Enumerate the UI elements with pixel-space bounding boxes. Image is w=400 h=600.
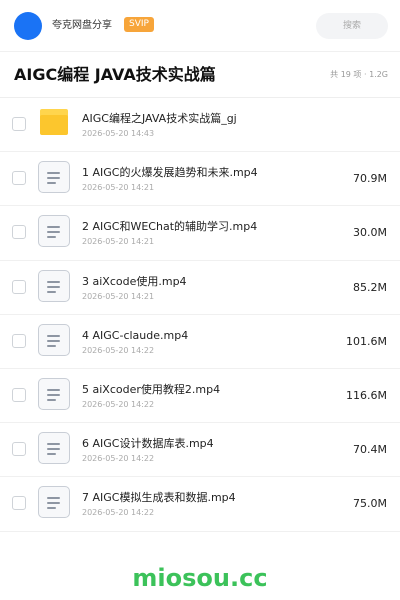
row-checkbox[interactable] bbox=[12, 171, 26, 186]
file-row[interactable]: 2 AIGC和WEChat的辅助学习.mp4 2026-05-20 14:21 … bbox=[0, 206, 400, 261]
file-size: 101.6M bbox=[346, 334, 387, 348]
file-name: 6 AIGC设计数据库表.mp4 bbox=[82, 437, 214, 451]
file-row[interactable]: 1 AIGC的火爆发展趋势和未来.mp4 2026-05-20 14:21 70… bbox=[0, 152, 400, 207]
file-size: 70.4M bbox=[353, 443, 387, 457]
file-name: 2 AIGC和WEChat的辅助学习.mp4 bbox=[82, 220, 258, 234]
file-name: 5 aiXcoder使用教程2.mp4 bbox=[82, 382, 221, 396]
row-checkbox[interactable] bbox=[12, 496, 26, 511]
video-file-icon bbox=[38, 323, 70, 356]
row-checkbox[interactable] bbox=[12, 387, 26, 402]
file-size: 30.0M bbox=[353, 226, 387, 240]
file-row[interactable]: 5 aiXcoder使用教程2.mp4 2026-05-20 14:22 116… bbox=[0, 369, 400, 424]
avatar[interactable] bbox=[14, 12, 42, 40]
file-row-folder[interactable]: AIGC编程之JAVA技术实战篇_gj 2026-05-20 14:43 bbox=[0, 98, 400, 153]
row-checkbox[interactable] bbox=[12, 442, 26, 457]
file-size: 70.9M bbox=[353, 172, 387, 186]
video-file-icon bbox=[38, 486, 70, 519]
share-name[interactable]: 夸克网盘分享 bbox=[52, 19, 112, 33]
video-file-icon bbox=[38, 269, 70, 302]
file-name: 7 AIGC模拟生成表和数据.mp4 bbox=[82, 491, 236, 505]
file-date: 2026-05-20 14:22 bbox=[82, 345, 155, 355]
row-checkbox[interactable] bbox=[12, 225, 26, 240]
file-row[interactable]: 6 AIGC设计数据库表.mp4 2026-05-20 14:22 70.4M bbox=[0, 423, 400, 478]
file-size: 85.2M bbox=[353, 280, 387, 294]
file-date: 2026-05-20 14:21 bbox=[82, 183, 155, 193]
row-checkbox[interactable] bbox=[12, 333, 26, 348]
page-title: AIGC编程 JAVA技术实战篇 bbox=[14, 65, 216, 84]
watermark-text: miosou.cc bbox=[132, 564, 268, 592]
file-date: 2026-05-20 14:43 bbox=[82, 129, 155, 138]
file-size: 75.0M bbox=[353, 497, 387, 511]
row-checkbox[interactable] bbox=[12, 279, 26, 294]
file-name: 3 aiXcode使用.mp4 bbox=[82, 274, 187, 288]
search-input[interactable]: 搜索 bbox=[316, 13, 388, 39]
svip-badge: SVIP bbox=[124, 17, 154, 32]
file-row[interactable]: 4 AIGC-claude.mp4 2026-05-20 14:22 101.6… bbox=[0, 315, 400, 369]
file-row[interactable]: 7 AIGC模拟生成表和数据.mp4 2026-05-20 14:22 75.0… bbox=[0, 477, 400, 532]
file-row[interactable]: 3 aiXcode使用.mp4 2026-05-20 14:21 85.2M bbox=[0, 261, 400, 315]
folder-icon bbox=[40, 109, 68, 135]
file-name: 1 AIGC的火爆发展趋势和未来.mp4 bbox=[82, 166, 258, 180]
file-date: 2026-05-20 14:21 bbox=[82, 291, 155, 301]
row-checkbox[interactable] bbox=[12, 117, 26, 131]
file-name: AIGC编程之JAVA技术实战篇_gj bbox=[82, 112, 237, 125]
share-header: 夸克网盘分享 SVIP 搜索 bbox=[0, 0, 400, 52]
file-size: 116.6M bbox=[346, 388, 387, 402]
video-file-icon bbox=[38, 215, 70, 248]
file-date: 2026-05-20 14:22 bbox=[82, 508, 155, 518]
file-date: 2026-05-20 14:22 bbox=[82, 454, 155, 464]
folder-summary: 共 19 项 · 1.2G bbox=[330, 70, 388, 79]
video-file-icon bbox=[38, 161, 70, 194]
file-list: AIGC编程之JAVA技术实战篇_gj 2026-05-20 14:43 1 A… bbox=[0, 98, 400, 532]
file-name: 4 AIGC-claude.mp4 bbox=[82, 328, 189, 342]
video-file-icon bbox=[38, 432, 70, 465]
folder-title-row: AIGC编程 JAVA技术实战篇 共 19 项 · 1.2G bbox=[0, 52, 400, 98]
file-date: 2026-05-20 14:21 bbox=[82, 237, 155, 247]
file-date: 2026-05-20 14:22 bbox=[82, 399, 155, 409]
video-file-icon bbox=[38, 377, 70, 410]
